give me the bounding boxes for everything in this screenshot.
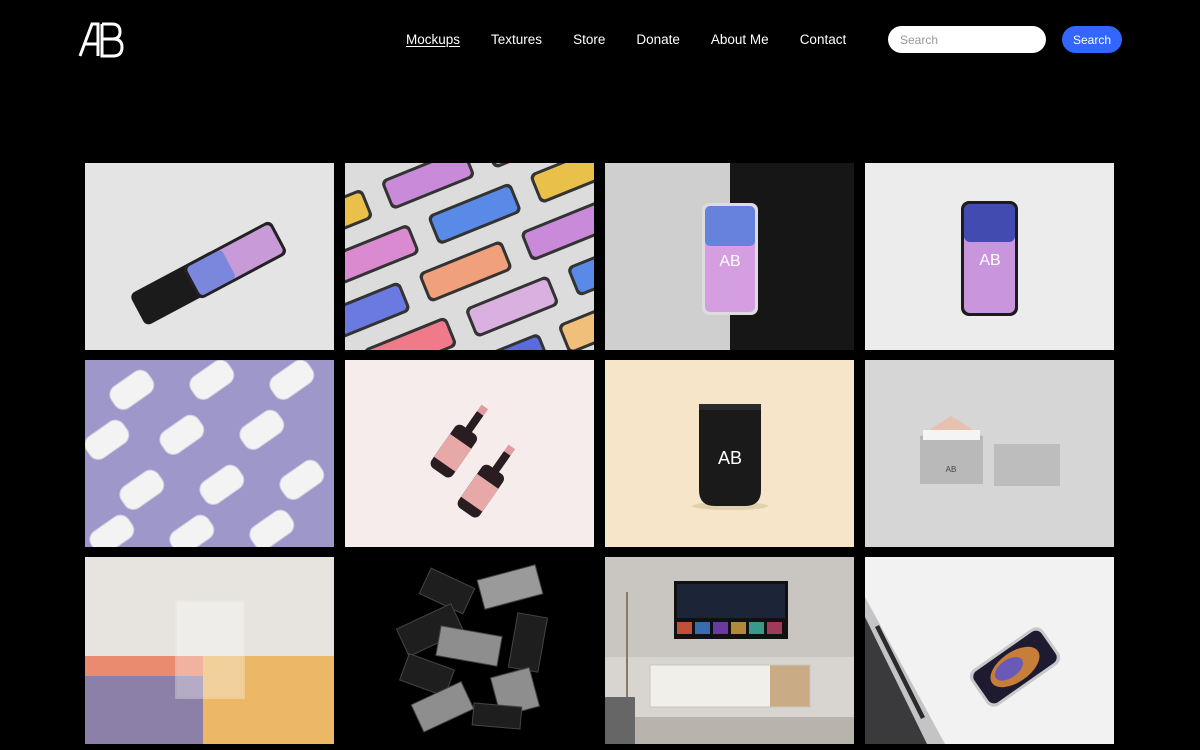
coffee-pouch-image: AB [605,360,854,547]
phone-split-image: AB [605,163,854,350]
svg-text:AB: AB [719,253,740,270]
book-cover-image [85,557,334,744]
svg-text:AB: AB [946,465,957,474]
svg-text:AB: AB [979,252,1000,269]
gallery-item-business-cards[interactable] [345,557,594,744]
nav-donate[interactable]: Donate [636,31,680,49]
gallery-item-phone-pair[interactable] [85,163,334,350]
business-cards-image [345,557,594,744]
main-nav: Mockups Textures Store Donate About Me C… [406,31,877,49]
phone-pattern-image [345,163,594,350]
gallery-item-wine-bottle[interactable] [345,360,594,547]
gallery-item-envelope-card[interactable]: AB [865,360,1114,547]
gallery-item-can-pattern[interactable] [85,360,334,547]
brand-logo[interactable] [78,20,124,58]
nav-about-me[interactable]: About Me [711,31,769,49]
can-pattern-image [85,360,334,547]
svg-text:AB: AB [718,448,742,468]
nav-mockups[interactable]: Mockups [406,31,460,49]
phone-pair-image [85,163,334,350]
wine-bottle-image [345,360,594,547]
search-button[interactable]: Search [1062,26,1122,53]
nav-store[interactable]: Store [573,31,605,49]
mockup-gallery: AB AB AB AB [85,163,1116,744]
tv-screen-image [605,557,854,744]
gallery-item-book-cover[interactable] [85,557,334,744]
gallery-item-phone-pattern[interactable] [345,163,594,350]
gallery-item-laptop-phone[interactable] [865,557,1114,744]
nav-contact[interactable]: Contact [800,31,847,49]
envelope-card-image: AB [865,360,1114,547]
gallery-item-phone-single[interactable]: AB [865,163,1114,350]
gallery-item-phone-split[interactable]: AB [605,163,854,350]
search-input[interactable] [888,26,1046,53]
gallery-item-coffee-pouch[interactable]: AB [605,360,854,547]
phone-single-image: AB [865,163,1114,350]
nav-textures[interactable]: Textures [491,31,542,49]
laptop-phone-image [865,557,1114,744]
gallery-item-tv-screen[interactable] [605,557,854,744]
